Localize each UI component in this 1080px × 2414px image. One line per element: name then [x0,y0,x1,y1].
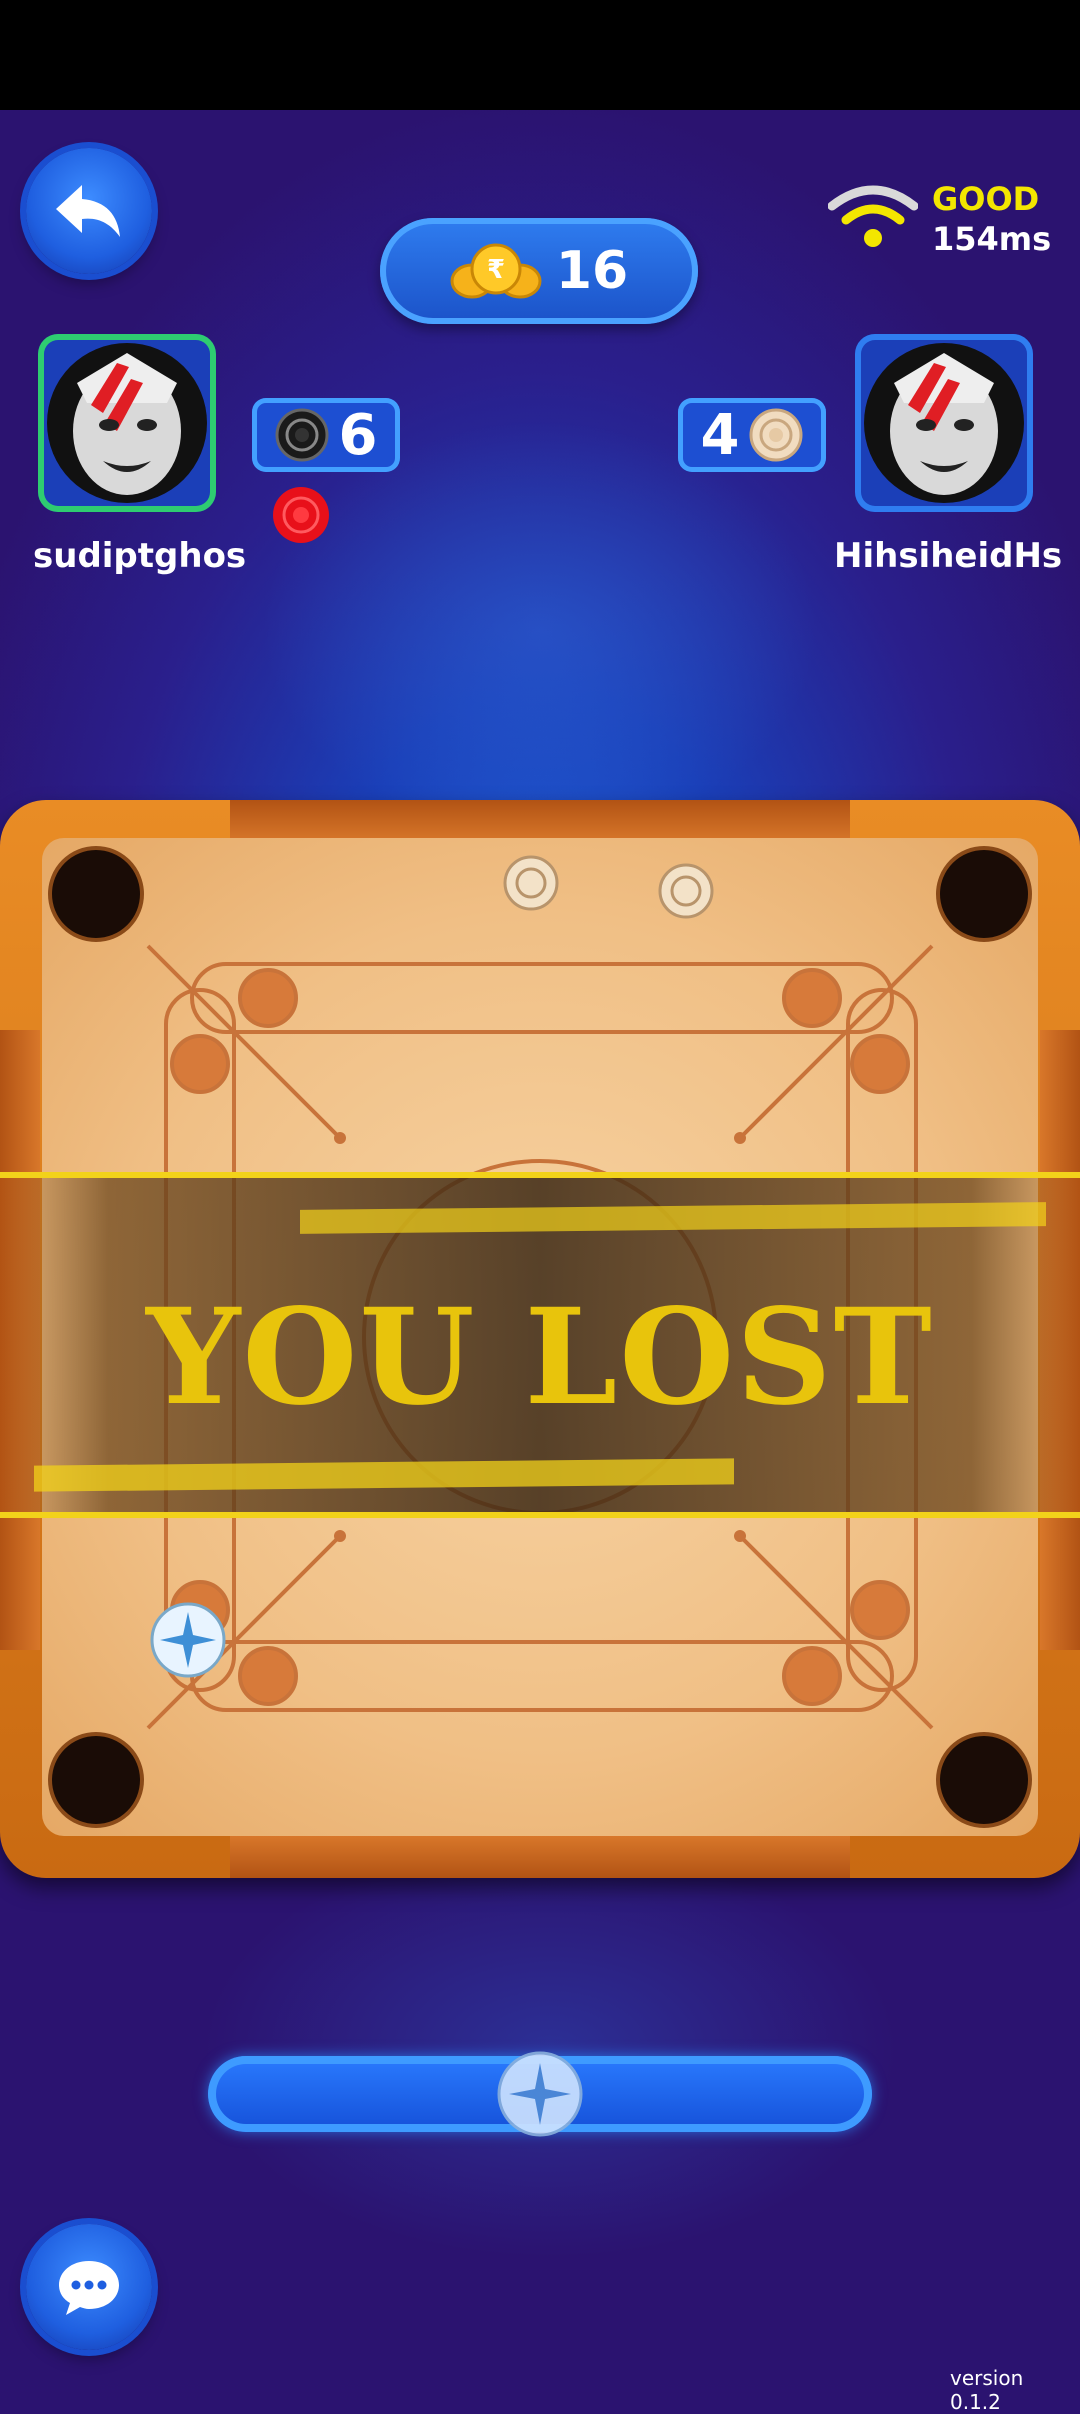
version-label: version 0.1.2 [950,2366,1024,2414]
player-left-name: sudiptghos [33,536,247,576]
rupee-coins-icon: ₹ [450,243,542,299]
turn-indicator-icon [273,487,329,543]
result-text: YOU LOST [146,1280,934,1435]
player-right-name: HihsiheidHs [834,536,1063,576]
network-latency: 154ms [932,220,1052,258]
player-left-score-value: 6 [338,402,378,468]
chat-bubble-icon [59,2261,119,2315]
svg-text:₹: ₹ [487,255,505,285]
back-arrow-icon [56,185,120,237]
player-left-avatar[interactable] [38,334,216,512]
coin-count: 16 [555,241,629,301]
wifi-icon [828,185,918,247]
board-rail-top [230,800,850,842]
chat-button[interactable] [26,2224,152,2350]
banner-line-bottom [0,1512,1080,1518]
background-swirl [200,1840,900,2260]
network-status: GOOD 154ms [828,176,1058,266]
white-coin-icon [749,408,803,462]
player-left-score: 6 [252,398,400,472]
player-right-score-value: 4 [700,402,740,468]
player-left-face [47,343,207,503]
coin-balance: ₹ 16 [380,218,698,324]
player-right-avatar[interactable] [855,334,1033,512]
background-swirl [260,420,820,840]
striker-on-board-icon[interactable] [150,1602,226,1678]
striker-slider-handle-icon[interactable] [497,2051,583,2137]
board-rail-bottom [230,1836,850,1878]
black-coin-icon [275,408,329,462]
network-quality: GOOD [932,180,1040,218]
back-button[interactable] [26,148,152,274]
banner-line-top [0,1172,1080,1178]
player-right-face [864,343,1024,503]
player-right-score: 4 [678,398,826,472]
status-bar [0,0,1080,110]
